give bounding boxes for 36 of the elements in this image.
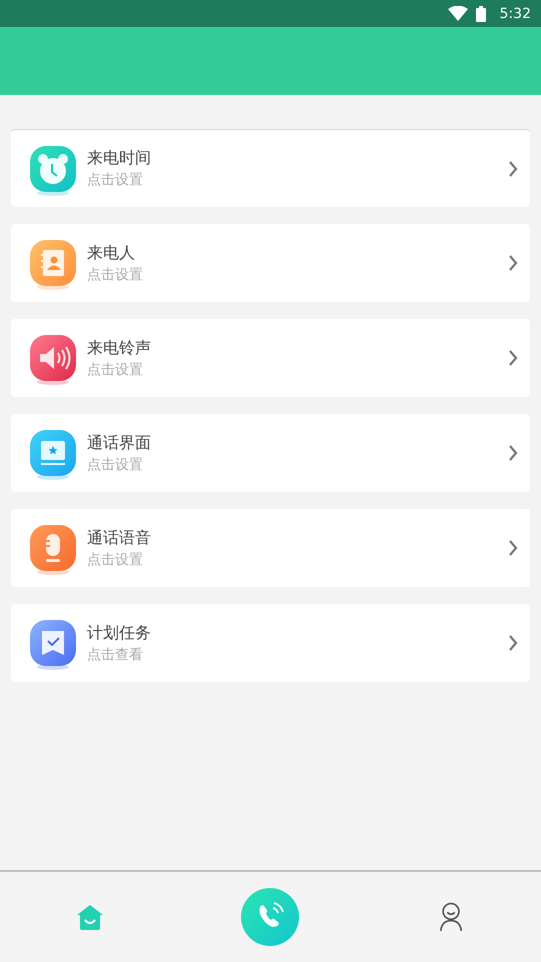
chevron-right-icon xyxy=(508,349,518,367)
item-title: 通话语音 xyxy=(87,528,152,548)
chevron-right-icon xyxy=(508,160,518,178)
item-subtitle: 点击设置 xyxy=(87,550,144,568)
microphone-icon xyxy=(29,524,77,576)
battery-icon xyxy=(476,6,486,22)
settings-item[interactable]: 来电人 点击设置 xyxy=(11,224,530,302)
settings-item[interactable]: 来电铃声 点击设置 xyxy=(11,319,530,397)
settings-item[interactable]: 通话语音 点击设置 xyxy=(11,509,530,587)
speaker-icon xyxy=(29,334,77,386)
item-subtitle: 点击设置 xyxy=(87,171,144,189)
item-subtitle: 点击设置 xyxy=(87,456,144,474)
settings-item[interactable]: 计划任务 点击查看 xyxy=(11,604,530,682)
chevron-right-icon xyxy=(508,254,518,272)
item-subtitle: 点击设置 xyxy=(87,266,144,284)
contact-book-icon xyxy=(29,239,77,291)
settings-item[interactable]: 来电时间 点击设置 xyxy=(11,129,530,207)
item-subtitle: 点击查看 xyxy=(87,646,144,664)
alarm-clock-icon xyxy=(29,144,77,196)
item-title: 来电铃声 xyxy=(87,338,152,358)
item-title: 来电时间 xyxy=(87,148,152,169)
wifi-icon xyxy=(448,6,468,22)
home-icon[interactable] xyxy=(76,903,104,931)
call-button[interactable] xyxy=(240,887,300,947)
status-time: 5:32 xyxy=(500,6,531,22)
item-subtitle: 点击设置 xyxy=(87,360,144,378)
chevron-right-icon xyxy=(508,539,518,557)
person-icon[interactable] xyxy=(438,902,464,932)
item-title: 通话界面 xyxy=(87,432,152,454)
settings-item[interactable]: 通话界面 点击设置 xyxy=(11,414,530,492)
monitor-star-icon xyxy=(29,429,77,481)
chevron-right-icon xyxy=(508,634,518,652)
item-title: 计划任务 xyxy=(87,622,152,644)
item-title: 来电人 xyxy=(87,242,136,264)
checked-bookmark-icon xyxy=(29,619,77,671)
chevron-right-icon xyxy=(508,444,518,462)
